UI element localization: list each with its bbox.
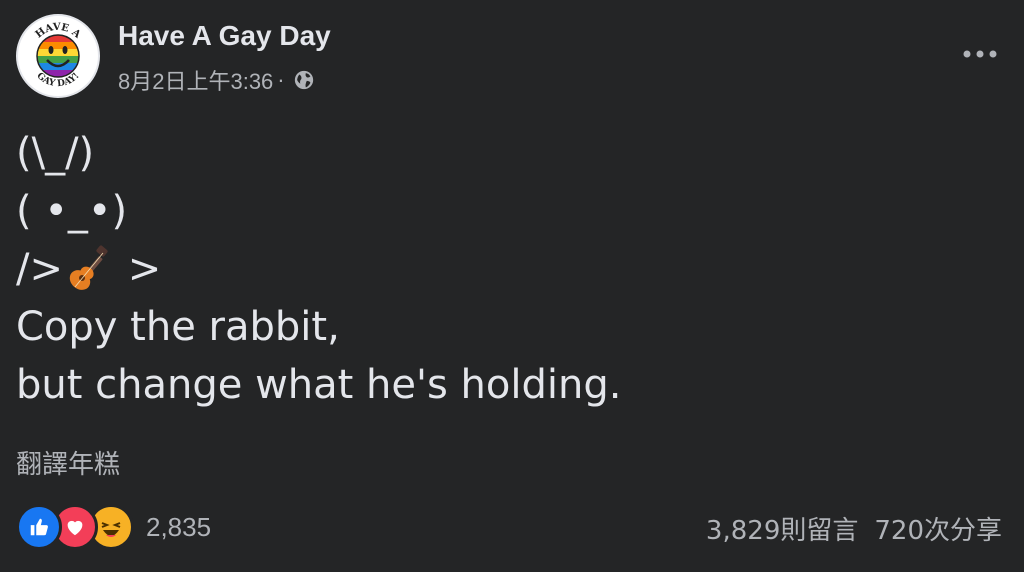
- globe-icon[interactable]: [293, 69, 315, 91]
- content-line-3: /> >: [16, 240, 621, 298]
- reactions-summary[interactable]: 2,835: [16, 504, 211, 550]
- post-header: HAVE A GAY DAY! Have A Gay Day 8月2日上午3:3…: [16, 14, 1008, 98]
- reaction-count[interactable]: 2,835: [146, 512, 211, 543]
- ellipsis-icon: [963, 50, 997, 58]
- guitar-icon: [63, 245, 115, 297]
- engagement-stats: 3,829則留言 720次分享: [706, 510, 1002, 547]
- reaction-icons: [16, 504, 134, 550]
- content-line-5: but change what he's holding.: [16, 362, 622, 408]
- content-line-3-end: >: [115, 246, 162, 292]
- meta-separator: ·: [277, 67, 285, 92]
- comments-count[interactable]: 3,829則留言: [706, 510, 858, 547]
- content-line-1: (\_/): [16, 130, 95, 176]
- avatar[interactable]: HAVE A GAY DAY!: [16, 14, 100, 98]
- content-line-4: Copy the rabbit,: [16, 304, 340, 350]
- like-icon: [16, 504, 62, 550]
- content-line-3-start: />: [16, 246, 63, 292]
- content-line-2: ( •_•): [16, 188, 128, 234]
- translate-link[interactable]: 翻譯年糕: [16, 444, 120, 481]
- shares-count[interactable]: 720次分享: [874, 510, 1002, 547]
- post-content: (\_/) ( •_•) /> > Copy the rabbit, but c…: [16, 124, 621, 414]
- smiley-logo-icon: HAVE A GAY DAY!: [34, 22, 83, 89]
- author-name[interactable]: Have A Gay Day: [118, 20, 331, 52]
- post-meta: 8月2日上午3:36 ·: [118, 64, 315, 96]
- timestamp[interactable]: 8月2日上午3:36: [118, 64, 273, 96]
- more-options-button[interactable]: [960, 34, 1000, 74]
